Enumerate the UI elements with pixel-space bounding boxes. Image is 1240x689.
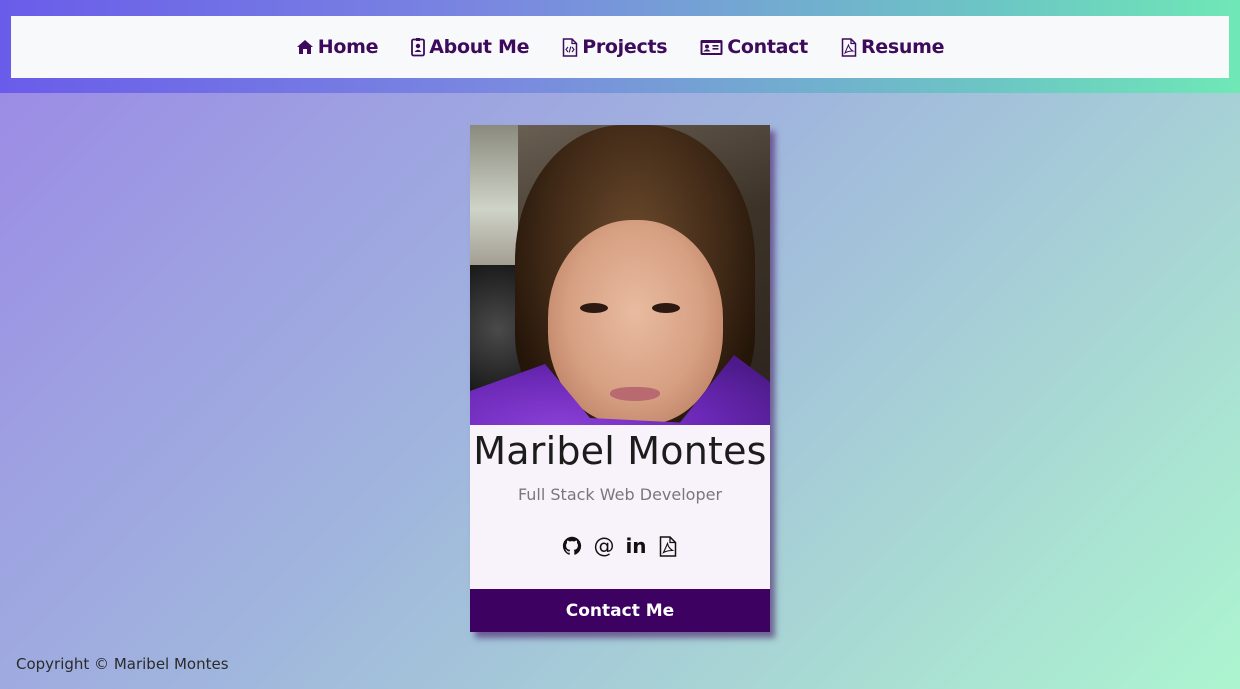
social-links: @ in bbox=[470, 535, 770, 557]
profile-photo bbox=[470, 125, 770, 425]
contact-card-icon bbox=[700, 39, 723, 56]
nav-home[interactable]: Home bbox=[296, 36, 379, 58]
file-pdf-icon bbox=[841, 37, 857, 57]
home-icon bbox=[296, 39, 314, 55]
nav-resume[interactable]: Resume bbox=[841, 36, 944, 58]
profile-title: Full Stack Web Developer bbox=[517, 485, 723, 504]
nav-contact-label: Contact bbox=[727, 36, 808, 58]
main-nav: Home About Me Projects Contact Resume bbox=[11, 16, 1229, 78]
nav-about-me-label: About Me bbox=[429, 36, 530, 58]
footer-copyright: Copyright © Maribel Montes bbox=[16, 655, 229, 673]
nav-about-me[interactable]: About Me bbox=[411, 36, 530, 58]
header-banner: Home About Me Projects Contact Resume bbox=[0, 0, 1240, 93]
nav-projects-label: Projects bbox=[582, 36, 668, 58]
file-code-icon bbox=[562, 37, 578, 57]
nav-contact[interactable]: Contact bbox=[700, 36, 808, 58]
github-icon[interactable] bbox=[562, 535, 582, 557]
id-badge-icon bbox=[411, 37, 426, 57]
nav-resume-label: Resume bbox=[860, 36, 945, 58]
linkedin-link[interactable]: in bbox=[625, 535, 646, 557]
nav-home-label: Home bbox=[317, 36, 379, 58]
contact-me-button[interactable]: Contact Me bbox=[470, 589, 770, 632]
email-link[interactable]: @ bbox=[594, 535, 615, 557]
profile-name: Maribel Montes bbox=[473, 429, 767, 473]
file-pdf-icon[interactable] bbox=[658, 535, 678, 557]
profile-card: Maribel Montes Full Stack Web Developer … bbox=[470, 125, 770, 632]
nav-projects[interactable]: Projects bbox=[562, 36, 668, 58]
